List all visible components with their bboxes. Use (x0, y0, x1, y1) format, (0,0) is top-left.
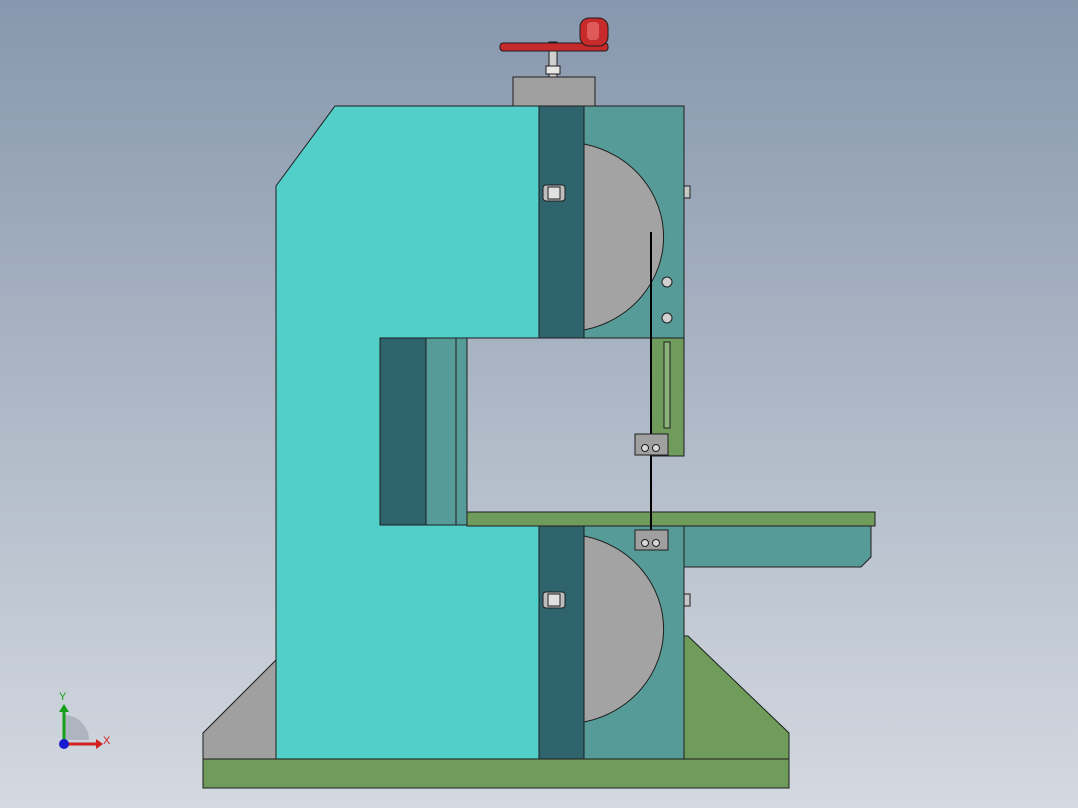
lower-strip (538, 524, 585, 760)
crank-knob-highlight (587, 22, 599, 40)
base-plate (202, 758, 790, 789)
upper-guide-bolt-2 (652, 444, 660, 452)
throat-column-mid (425, 337, 457, 526)
table-support (683, 525, 872, 568)
x-axis-label: X (103, 735, 111, 747)
housing-bolt-2 (661, 312, 673, 324)
throat-column-dark (379, 337, 427, 526)
tension-block (512, 76, 596, 107)
side-nut-lower (683, 593, 691, 607)
z-axis-dot (59, 739, 69, 749)
cad-canvas[interactable]: X Y (0, 0, 1078, 808)
lower-guide-bolt-2 (652, 539, 660, 547)
guide-slot (663, 341, 671, 429)
work-table (466, 511, 876, 527)
lower-guide-bolt-1 (641, 539, 649, 547)
y-axis-label: Y (59, 691, 67, 703)
upper-axle-nut-inner (547, 186, 561, 200)
throat-column-edge (455, 337, 468, 526)
housing-bolt-1 (661, 276, 673, 288)
graphics-viewport[interactable]: X Y (0, 0, 1078, 808)
tension-nut (545, 65, 561, 75)
upper-strip (538, 105, 585, 339)
lower-blade-guide (634, 529, 669, 551)
upper-guide-bolt-1 (641, 444, 649, 452)
lower-axle-nut-inner (547, 593, 561, 607)
upper-blade-guide (634, 433, 669, 456)
side-nut-upper (683, 185, 691, 199)
